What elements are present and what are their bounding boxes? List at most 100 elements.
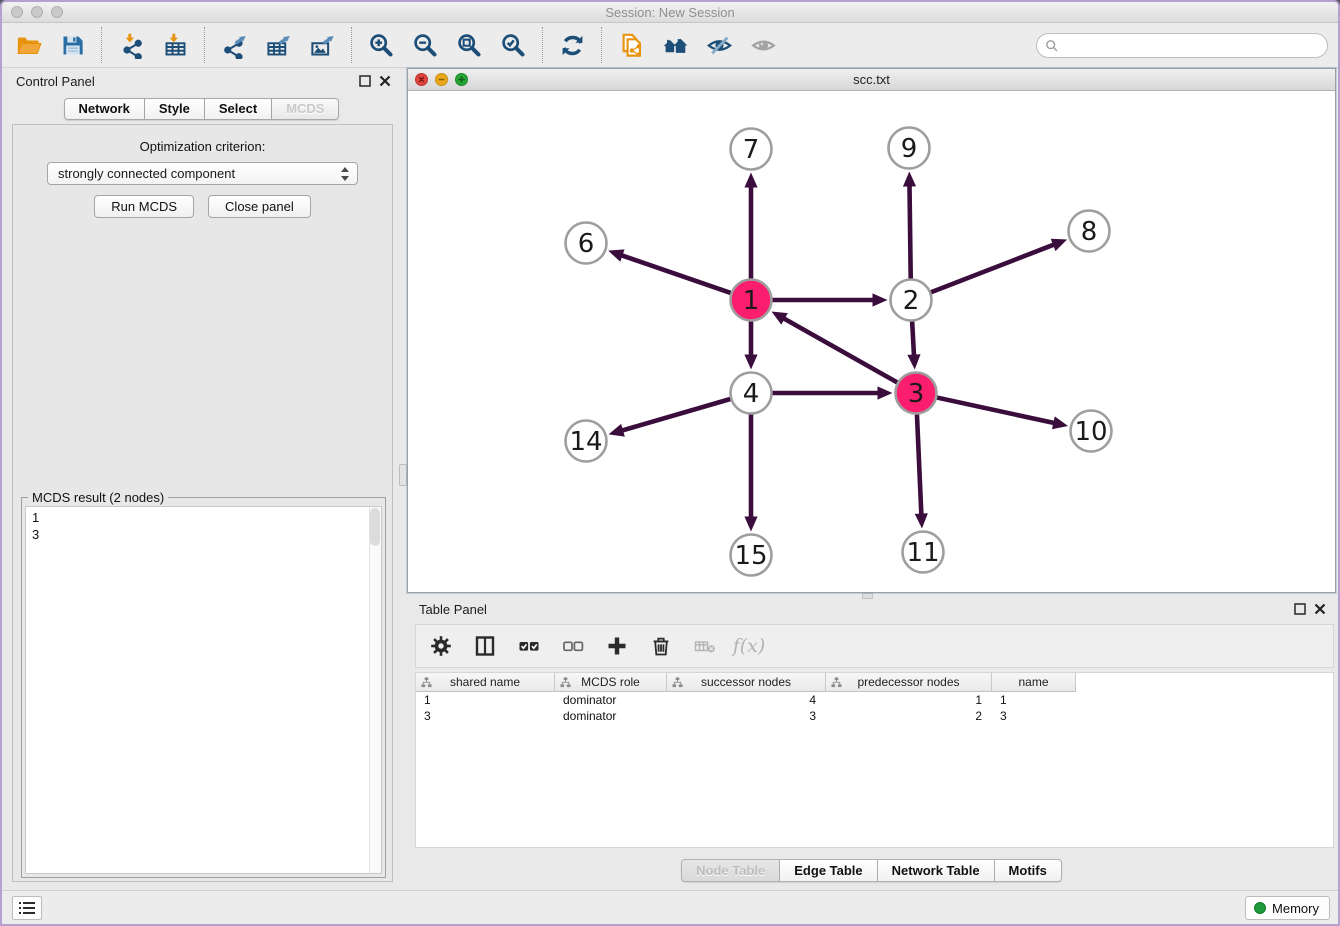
show-all-button bbox=[745, 27, 781, 63]
task-history-button[interactable] bbox=[12, 896, 42, 920]
column-header-predecessor-nodes[interactable]: predecessor nodes bbox=[826, 673, 992, 692]
graph-edge-1-6[interactable] bbox=[620, 255, 730, 293]
first-neighbors-button[interactable] bbox=[657, 27, 693, 63]
table-panel-title: Table Panel bbox=[419, 602, 487, 617]
graph-edge-2-9[interactable] bbox=[909, 184, 910, 278]
network-canvas[interactable]: 7968124314101511 bbox=[408, 91, 1335, 592]
save-session-button[interactable] bbox=[54, 27, 90, 63]
mcds-result-list: 1 3 bbox=[26, 507, 381, 543]
refresh-layout-button[interactable] bbox=[554, 27, 590, 63]
new-network-from-selection-icon bbox=[618, 32, 645, 59]
function-builder-button: f(x) bbox=[734, 631, 764, 661]
table-row[interactable]: 1dominator411 bbox=[416, 692, 1333, 708]
vertical-splitter-handle[interactable] bbox=[399, 464, 407, 486]
table-cell[interactable]: dominator bbox=[555, 708, 667, 724]
graph-edge-arrowhead bbox=[873, 293, 888, 306]
graph-node-label-7: 7 bbox=[743, 135, 760, 165]
tab-edge-table[interactable]: Edge Table bbox=[780, 859, 877, 882]
column-header-shared-name[interactable]: shared name bbox=[416, 673, 555, 692]
deselect-all-button[interactable] bbox=[558, 631, 588, 661]
gear-button[interactable] bbox=[426, 631, 456, 661]
gear-icon bbox=[429, 634, 453, 658]
zoom-selected-button[interactable] bbox=[495, 27, 531, 63]
import-table-button[interactable] bbox=[157, 27, 193, 63]
dropdown-stepper-icon bbox=[341, 166, 350, 182]
search-input[interactable] bbox=[1059, 36, 1327, 56]
tab-mcds[interactable]: MCDS bbox=[272, 98, 339, 120]
column-type-icon bbox=[560, 677, 571, 688]
export-image-button[interactable] bbox=[304, 27, 340, 63]
mcds-panel-body: Optimization criterion: strongly connect… bbox=[12, 124, 393, 882]
table-cell[interactable]: 3 bbox=[992, 708, 1076, 724]
table-cell[interactable]: 1 bbox=[416, 692, 555, 708]
float-table-panel-icon[interactable] bbox=[1294, 603, 1306, 615]
import-network-button[interactable] bbox=[113, 27, 149, 63]
refresh-layout-icon bbox=[559, 32, 586, 59]
table-cell[interactable]: 1 bbox=[992, 692, 1076, 708]
tab-node-table[interactable]: Node Table bbox=[681, 859, 780, 882]
close-table-panel-icon[interactable] bbox=[1314, 603, 1326, 615]
optimization-criterion-select[interactable]: strongly connected component bbox=[47, 162, 358, 185]
table-cell[interactable]: 3 bbox=[416, 708, 555, 724]
export-table-button[interactable] bbox=[260, 27, 296, 63]
graph-edge-3-11[interactable] bbox=[917, 414, 921, 515]
graph-edge-2-8[interactable] bbox=[931, 244, 1055, 292]
window-titlebar: Session: New Session bbox=[2, 2, 1338, 23]
toolbar-separator bbox=[542, 27, 543, 63]
graph-edge-4-14[interactable] bbox=[621, 399, 730, 431]
run-mcds-button[interactable]: Run MCDS bbox=[94, 195, 194, 218]
optimization-criterion-label: Optimization criterion: bbox=[13, 139, 392, 154]
tab-network[interactable]: Network bbox=[64, 98, 145, 120]
table-cell[interactable]: 4 bbox=[667, 692, 826, 708]
float-panel-icon[interactable] bbox=[359, 75, 371, 87]
export-network-button[interactable] bbox=[216, 27, 252, 63]
graph-node-label-9: 9 bbox=[901, 134, 918, 164]
zoom-in-button[interactable] bbox=[363, 27, 399, 63]
graph-node-label-1: 1 bbox=[743, 286, 760, 316]
zoom-selected-icon bbox=[500, 32, 527, 59]
zoom-fit-button[interactable] bbox=[451, 27, 487, 63]
memory-button[interactable]: Memory bbox=[1245, 896, 1330, 920]
close-panel-button[interactable]: Close panel bbox=[208, 195, 311, 218]
import-table-icon bbox=[162, 32, 189, 59]
select-all-button[interactable] bbox=[514, 631, 544, 661]
graph-node-label-11: 11 bbox=[906, 538, 939, 568]
graph-edge-arrowhead bbox=[903, 171, 916, 186]
column-header-name[interactable]: name bbox=[992, 673, 1076, 692]
zoom-in-icon bbox=[368, 32, 395, 59]
mcds-result-area[interactable]: 1 3 bbox=[25, 506, 382, 874]
add-column-button[interactable] bbox=[602, 631, 632, 661]
tab-motifs[interactable]: Motifs bbox=[995, 859, 1062, 882]
table-row[interactable]: 3dominator323 bbox=[416, 708, 1333, 724]
search-box[interactable] bbox=[1036, 33, 1328, 58]
graph-node-label-14: 14 bbox=[569, 427, 602, 457]
hide-selected-button[interactable] bbox=[701, 27, 737, 63]
graph-edge-3-10[interactable] bbox=[937, 398, 1055, 424]
new-network-from-selection-button[interactable] bbox=[613, 27, 649, 63]
tab-network-table[interactable]: Network Table bbox=[878, 859, 995, 882]
table-cell[interactable]: 2 bbox=[826, 708, 992, 724]
table-cell[interactable]: 1 bbox=[826, 692, 992, 708]
graph-edge-3-1[interactable] bbox=[783, 318, 897, 383]
graph-node-label-15: 15 bbox=[734, 541, 767, 571]
tab-style[interactable]: Style bbox=[145, 98, 205, 120]
table-cell[interactable]: 3 bbox=[667, 708, 826, 724]
column-header-label: predecessor nodes bbox=[857, 675, 959, 689]
control-panel: Control Panel NetworkStyleSelectMCDS Opt… bbox=[6, 70, 397, 884]
column-header-successor-nodes[interactable]: successor nodes bbox=[667, 673, 826, 692]
column-header-label: MCDS role bbox=[581, 675, 640, 689]
graph-edge-arrowhead bbox=[744, 517, 757, 532]
open-session-button[interactable] bbox=[10, 27, 46, 63]
graph-edge-2-3[interactable] bbox=[912, 321, 914, 356]
result-scrollbar[interactable] bbox=[369, 507, 381, 873]
close-panel-icon[interactable] bbox=[379, 75, 391, 87]
tab-select[interactable]: Select bbox=[205, 98, 272, 120]
delete-column-button[interactable] bbox=[646, 631, 676, 661]
table-panel: Table Panel f(x) shared name MCDS role suc… bbox=[407, 598, 1336, 890]
columns-button[interactable] bbox=[470, 631, 500, 661]
column-header-MCDS-role[interactable]: MCDS role bbox=[555, 673, 667, 692]
delete-table-button bbox=[690, 631, 720, 661]
table-cell[interactable]: dominator bbox=[555, 692, 667, 708]
node-table[interactable]: shared name MCDS role successor nodes prede… bbox=[415, 672, 1334, 848]
zoom-out-button[interactable] bbox=[407, 27, 443, 63]
